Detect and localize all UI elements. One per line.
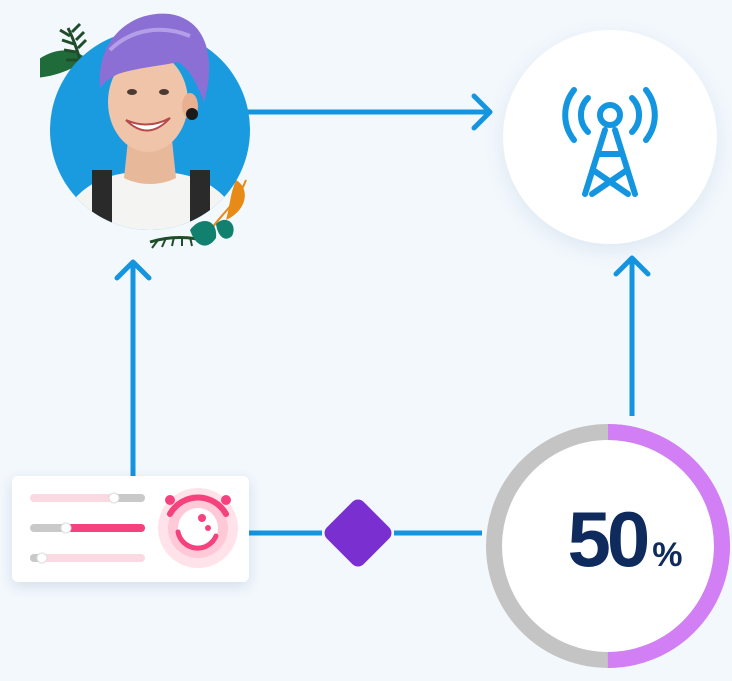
person-avatar-node [20, 10, 260, 260]
slider-1-knob [108, 492, 120, 504]
gauge-percent-label: 50 % [540, 500, 710, 590]
slider-controls-card [12, 476, 249, 582]
person-photo-avatar [20, 13, 250, 249]
radio-tower-icon [562, 87, 658, 197]
gauge-value: 50 [567, 495, 651, 583]
diamond-junction [324, 499, 392, 567]
tower-node [503, 30, 717, 244]
slider-3-knob [36, 552, 48, 564]
slider-controls-icon [30, 488, 238, 568]
gauge-unit: % [652, 536, 683, 574]
slider-2-fill [64, 524, 145, 532]
radar-dial-icon [158, 488, 238, 568]
slider-2-knob [60, 522, 72, 534]
